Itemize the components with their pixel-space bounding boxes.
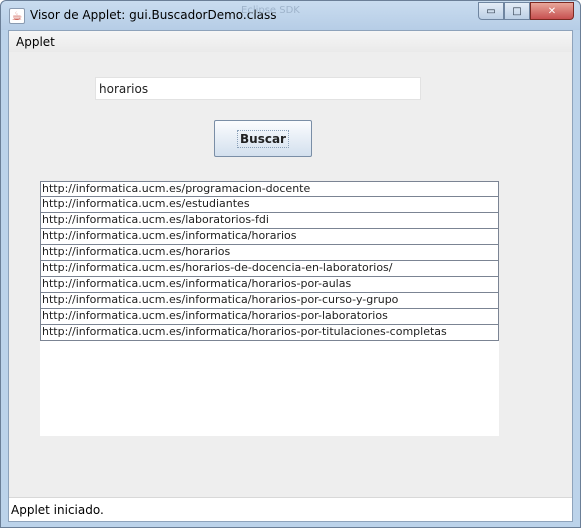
search-button[interactable]: Buscar (214, 120, 312, 157)
maximize-button[interactable]: □ (504, 2, 530, 20)
menu-bar: Applet (9, 31, 572, 52)
window-controls: ▭ □ ✕ (478, 2, 574, 20)
result-row[interactable]: http://informatica.ucm.es/informatica/ho… (40, 229, 499, 245)
results-list: http://informatica.ucm.es/programacion-d… (40, 181, 499, 341)
result-row[interactable]: http://informatica.ucm.es/horarios-de-do… (40, 261, 499, 277)
title-bar[interactable]: ☕ Visor de Applet: gui.BuscadorDemo.clas… (1, 1, 580, 30)
menu-applet[interactable]: Applet (16, 35, 55, 49)
status-bar: Applet iniciado. (9, 497, 572, 521)
window-title: Visor de Applet: gui.BuscadorDemo.class (30, 8, 277, 22)
result-row[interactable]: http://informatica.ucm.es/horarios (40, 245, 499, 261)
applet-viewer-window: ☕ Visor de Applet: gui.BuscadorDemo.clas… (0, 0, 581, 528)
minimize-button[interactable]: ▭ (478, 2, 504, 20)
result-row[interactable]: http://informatica.ucm.es/informatica/ho… (40, 277, 499, 293)
search-button-label: Buscar (237, 129, 289, 148)
status-text: Applet iniciado. (11, 503, 104, 517)
minimize-icon: ▭ (486, 5, 496, 17)
result-row[interactable]: http://informatica.ucm.es/programacion-d… (40, 181, 499, 197)
background-window-title: Eclipse SDK (241, 5, 300, 16)
result-row[interactable]: http://informatica.ucm.es/informatica/ho… (40, 325, 499, 341)
result-row[interactable]: http://informatica.ucm.es/informatica/ho… (40, 293, 499, 309)
maximize-icon: □ (512, 5, 522, 17)
result-row[interactable]: http://informatica.ucm.es/laboratorios-f… (40, 213, 499, 229)
results-list-panel[interactable]: http://informatica.ucm.es/programacion-d… (40, 181, 499, 436)
close-icon: ✕ (547, 5, 557, 17)
search-input[interactable] (95, 77, 421, 100)
close-button[interactable]: ✕ (530, 2, 574, 20)
result-row[interactable]: http://informatica.ucm.es/informatica/ho… (40, 309, 499, 325)
applet-panel: Applet Buscar http://informatica.ucm.es/… (8, 30, 573, 522)
result-row[interactable]: http://informatica.ucm.es/estudiantes (40, 197, 499, 213)
java-cup-icon[interactable]: ☕ (9, 8, 25, 24)
